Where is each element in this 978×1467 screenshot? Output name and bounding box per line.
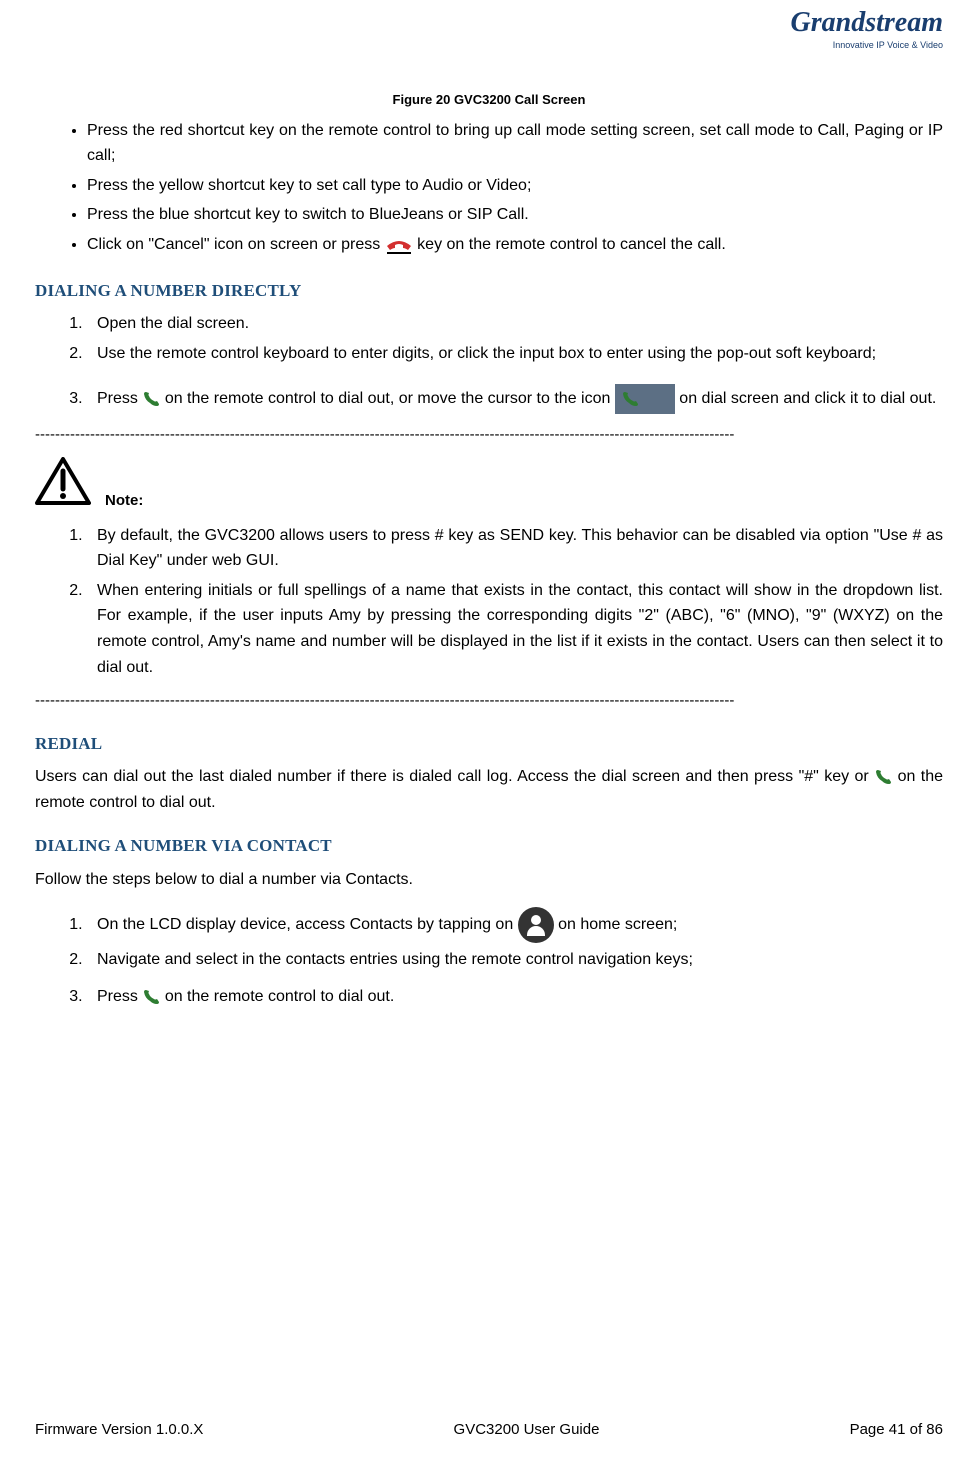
list-item: Press the blue shortcut key to switch to… (87, 202, 943, 228)
dial-direct-steps: Open the dial screen. Use the remote con… (35, 311, 943, 366)
list-item: By default, the GVC3200 allows users to … (87, 523, 943, 574)
text-fragment: on home screen; (558, 916, 677, 933)
list-item: Press the red shortcut key on the remote… (87, 118, 943, 169)
dial-contact-intro: Follow the steps below to dial a number … (35, 867, 943, 893)
list-item: Open the dial screen. (87, 311, 943, 337)
text-fragment: on the remote control to dial out, or mo… (165, 390, 611, 407)
note-steps: By default, the GVC3200 allows users to … (35, 523, 943, 681)
list-item: Use the remote control keyboard to enter… (87, 341, 943, 367)
page-footer: Firmware Version 1.0.0.X GVC3200 User Gu… (35, 1419, 943, 1442)
divider: ----------------------------------------… (35, 424, 943, 447)
logo-tagline: Innovative IP Voice & Video (791, 39, 943, 53)
list-item: Press on the remote control to dial out. (87, 984, 943, 1010)
redial-paragraph: Users can dial out the last dialed numbe… (35, 764, 943, 815)
list-item: On the LCD display device, access Contac… (87, 907, 943, 943)
dial-direct-steps-cont: Press on the remote control to dial out,… (35, 384, 943, 414)
warning-icon (35, 457, 91, 513)
list-item: Press on the remote control to dial out,… (87, 384, 943, 414)
call-icon (142, 386, 160, 412)
intro-bullet-list: Press the red shortcut key on the remote… (35, 118, 943, 258)
list-item: Click on "Cancel" icon on screen or pres… (87, 232, 943, 258)
text-fragment: On the LCD display device, access Contac… (97, 916, 513, 933)
text-fragment: Click on "Cancel" icon on screen or pres… (87, 236, 380, 253)
call-icon (874, 764, 892, 790)
text-fragment: Press (97, 988, 138, 1005)
footer-title: GVC3200 User Guide (454, 1419, 600, 1442)
heading-dial-directly: DIALING A NUMBER DIRECTLY (35, 278, 943, 304)
call-icon (142, 984, 160, 1010)
text-fragment: on dial screen and click it to dial out. (679, 390, 936, 407)
dial-contact-steps: On the LCD display device, access Contac… (35, 907, 943, 973)
text-fragment: key on the remote control to cancel the … (417, 236, 726, 253)
list-item: When entering initials or full spellings… (87, 578, 943, 680)
text-fragment: on the remote control to dial out. (165, 988, 394, 1005)
footer-page: Page 41 of 86 (850, 1419, 943, 1442)
brand-logo: Grandstream Innovative IP Voice & Video (791, 10, 943, 53)
list-item: Navigate and select in the contacts entr… (87, 947, 943, 973)
logo-text: Grandstream (791, 7, 943, 38)
contacts-app-icon (518, 907, 554, 943)
dial-button-icon (615, 384, 675, 414)
divider: ----------------------------------------… (35, 690, 943, 713)
hangup-icon (385, 232, 413, 258)
dial-contact-steps-cont: Press on the remote control to dial out. (35, 984, 943, 1010)
note-header: Note: (35, 457, 943, 513)
text-fragment: Users can dial out the last dialed numbe… (35, 768, 869, 785)
footer-firmware: Firmware Version 1.0.0.X (35, 1419, 203, 1442)
note-label: Note: (105, 490, 143, 513)
list-item: Press the yellow shortcut key to set cal… (87, 173, 943, 199)
figure-caption: Figure 20 GVC3200 Call Screen (35, 90, 943, 110)
heading-dial-contact: DIALING A NUMBER VIA CONTACT (35, 833, 943, 859)
heading-redial: REDIAL (35, 731, 943, 757)
text-fragment: Press (97, 390, 138, 407)
